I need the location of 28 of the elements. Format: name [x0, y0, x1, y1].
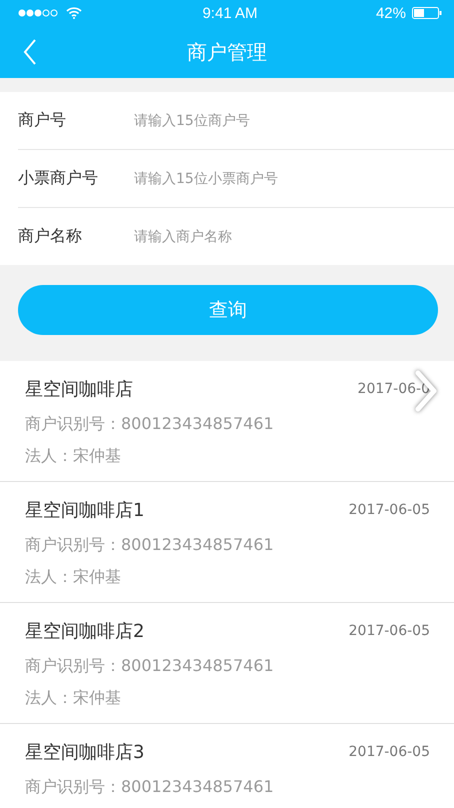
- input-field[interactable]: 请输入商户名称: [134, 224, 414, 248]
- input-field[interactable]: 请输入15位小票商户号: [134, 166, 414, 190]
- merchant-date: 2017-06-05: [348, 744, 430, 760]
- merchant-name: 星空间咖啡店2: [25, 620, 144, 643]
- legal-person: 法人：宋仲基: [25, 687, 122, 709]
- merchant-id: 商户识别号：800123434857461: [25, 413, 275, 435]
- field-label: 小票商户号: [18, 168, 99, 189]
- input-field[interactable]: 请输入15位商户号: [134, 108, 414, 132]
- legal-person: 法人：宋仲基: [25, 445, 122, 467]
- query-button[interactable]: 查询: [18, 285, 438, 335]
- battery-percent: 42%: [376, 4, 406, 22]
- status-time: 9:41 AM: [202, 4, 258, 22]
- merchant-date: 2017-06-05: [348, 502, 430, 518]
- page-title: 商户管理: [187, 38, 267, 66]
- merchant-name: 星空间咖啡店3: [25, 741, 144, 764]
- battery-icon: [412, 7, 442, 19]
- legal-person: 法人：宋仲基: [25, 566, 122, 588]
- back-icon: [23, 39, 37, 65]
- merchant-name: 星空间咖啡店1: [25, 499, 144, 522]
- merchant-id: 商户识别号：800123434857461: [25, 534, 275, 556]
- merchant-id: 商户识别号：800123434857461: [25, 655, 275, 677]
- merchant-date: 2017-06-05: [348, 623, 430, 639]
- wifi-icon: [66, 7, 82, 19]
- merchant-id: 商户识别号：800123434857461: [25, 776, 275, 798]
- merchant-name: 星空间咖啡店: [25, 378, 133, 401]
- field-label: 商户号: [18, 110, 67, 131]
- field-label: 商户名称: [18, 226, 83, 247]
- signal-icon: [18, 9, 60, 17]
